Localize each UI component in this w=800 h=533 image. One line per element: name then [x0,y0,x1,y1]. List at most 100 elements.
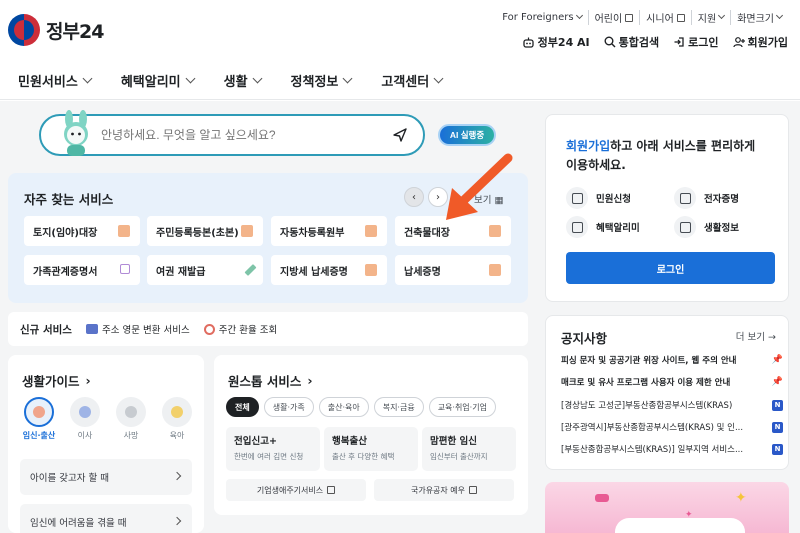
search-box [39,114,425,156]
login-button[interactable]: 로그인 [566,252,775,284]
taegeuk-logo-icon [8,14,40,46]
chip-birth-childcare[interactable]: 출산·육아 [318,397,369,417]
service-local-tax-certificate[interactable]: 지방세 납세증명 [271,255,387,285]
login-link[interactable]: 로그인 [673,34,719,50]
notice-row[interactable]: 피싱 문자 및 공공기관 위장 사이트, 웹 주의 안내 📌 [561,354,783,366]
nav-policy-info[interactable]: 정책정보 [291,62,353,99]
notice-row[interactable]: [경상남도 고성군]부동산종합공부시스템(KRAS) N [561,399,783,411]
nav-life[interactable]: 생활 [224,62,262,99]
one-stop-title[interactable]: 원스톱 서비스 › [228,371,313,390]
category-death[interactable]: 사망 [114,397,148,441]
folder-icon [85,324,98,334]
send-icon[interactable] [392,127,408,143]
utility-support[interactable]: 지원 [690,10,730,25]
new-service-exchange-rate[interactable]: 주간 환율 조회 [203,322,277,336]
signup-highlight-link[interactable]: 회원가입 [566,139,610,153]
chevron-down-icon [775,11,784,20]
notice-more-link[interactable]: 더 보기 → [736,329,776,343]
one-stop-service-card: 원스톱 서비스 › 전체 생활·가족 출산·육아 복지·금융 교육·취업·기업 전… [214,355,528,515]
one-stop-comfortable-pregnancy[interactable]: 맘편한 임신 임신부터 출산까지 [422,427,516,471]
chevron-down-icon [185,73,196,84]
new-services-bar: 신규 서비스 주소 영문 변환 서비스 주간 환율 조회 [8,312,528,346]
utility-senior[interactable]: 시니어 [639,10,691,25]
notice-row[interactable]: [부동산종합공부시스템(KRAS)] 일부지역 서비스... N [561,443,783,455]
utility-screen-size[interactable]: 화면크기 [730,10,788,25]
chevron-down-icon [82,73,93,84]
pin-icon: 📌 [771,355,783,365]
mail-icon [566,187,588,209]
header-actions: 정부24 AI 통합검색 로그인 회원가입 [522,34,788,50]
one-stop-happy-birth[interactable]: 행복출산 출산 후 다양한 혜택 [324,427,418,471]
life-guide-item[interactable]: 임신에 어려움을 겪을 때 [20,504,192,533]
document-icon [118,225,130,237]
chevron-down-icon [342,73,353,84]
quick-civil-application[interactable]: 민원신청 [566,187,631,209]
one-stop-filter-chips: 전체 생활·가족 출산·육아 복지·금융 교육·취업·기업 [226,397,496,417]
category-childcare[interactable]: 육아 [160,397,194,441]
star-icon: ✦ [735,490,747,506]
chip-education-employment[interactable]: 교육·취업·기업 [428,397,496,417]
integrated-search-button[interactable]: 통합검색 [604,34,659,50]
external-link-icon [625,13,634,22]
service-family-relation[interactable]: 가족관계증명서 [24,255,140,285]
service-resident-registration[interactable]: 주민등록등본(초본) [147,216,263,246]
chevron-right-icon [172,516,182,526]
next-arrow-button[interactable]: › [428,187,448,207]
nav-benefit-alert[interactable]: 혜택알리미 [121,62,196,99]
chip-all[interactable]: 전체 [226,397,259,417]
robot-icon [523,37,534,48]
life-guide-item[interactable]: 아이를 갖고자 할 때 [20,459,192,495]
notice-row[interactable]: [광주광역시]부동산종합공부시스템(KRAS) 및 인... N [561,421,783,433]
promo-banner[interactable]: ✦ ✦ [545,482,789,533]
certificate-icon [674,187,696,209]
life-guide-title[interactable]: 생활가이드 › [22,371,91,390]
prev-arrow-button[interactable]: ‹ [404,187,424,207]
chip-welfare-finance[interactable]: 복지·금융 [373,397,424,417]
flower-icon [125,406,137,418]
notice-row[interactable]: 매크로 및 유사 프로그램 사용자 이용 제한 안내 📌 [561,376,783,388]
frequent-services-more[interactable]: 보기 ▦ [474,192,504,206]
service-land-ledger[interactable]: 토지(임야)대장 [24,216,140,246]
service-tax-certificate[interactable]: 납세증명 [395,255,511,285]
quick-life-info[interactable]: 생활정보 [674,216,739,238]
new-badge: N [772,399,783,411]
new-service-address-english[interactable]: 주소 영문 변환 서비스 [85,322,190,336]
login-message: 회원가입하고 아래 서비스를 편리하게 이용하세요. [566,139,756,172]
document-icon [241,225,253,237]
chip-life-family[interactable]: 생활·가족 [263,397,314,417]
utility-children[interactable]: 어린이 [587,10,640,25]
ai-running-button[interactable]: AI 실행중 [438,124,496,146]
category-pregnancy[interactable]: 임신·출산 [22,397,56,441]
national-merit-link[interactable]: 국가유공자 예우 [374,479,514,501]
document-icon [365,225,377,237]
search-input[interactable] [101,116,391,154]
utility-menu: For Foreigners 어린이 시니어 지원 화면크기 [496,10,788,25]
frequent-services-pager: ‹ › [404,187,448,207]
pencil-icon [244,263,257,277]
house-icon [79,406,91,418]
logo-number: 24 [78,20,104,43]
user-plus-icon [732,37,745,48]
login-icon [674,37,684,47]
business-lifecycle-link[interactable]: 기업생애주기서비스 [226,479,366,501]
external-link-icon [327,486,336,494]
frequent-services-title: 자주 찾는 서비스 [24,192,114,207]
chevron-right-icon [172,471,182,481]
service-vehicle-registration[interactable]: 자동차등록원부 [271,216,387,246]
category-moving[interactable]: 이사 [68,397,102,441]
pregnant-person-icon [33,406,45,418]
quick-e-certificate[interactable]: 전자증명 [674,187,739,209]
external-link-icon [120,264,130,274]
ai-assistant-button[interactable]: 정부24 AI [522,34,590,50]
utility-foreigners[interactable]: For Foreigners [496,10,587,25]
nav-civil-service[interactable]: 민원서비스 [18,62,93,99]
quick-benefit-alert[interactable]: 혜택알리미 [566,216,640,238]
service-passport-reissue[interactable]: 여권 재발급 [147,255,263,285]
one-stop-move-in[interactable]: 전입신고+ 한번에 여러 김면 신청 [226,427,320,471]
new-services-label: 신규 서비스 [20,323,72,336]
service-building-ledger[interactable]: 건축물대장 [395,216,511,246]
nav-customer-center[interactable]: 고객센터 [381,62,444,99]
signup-link[interactable]: 회원가입 [732,34,788,50]
new-badge: N [772,443,783,455]
site-logo[interactable]: 정부24 [8,14,104,46]
